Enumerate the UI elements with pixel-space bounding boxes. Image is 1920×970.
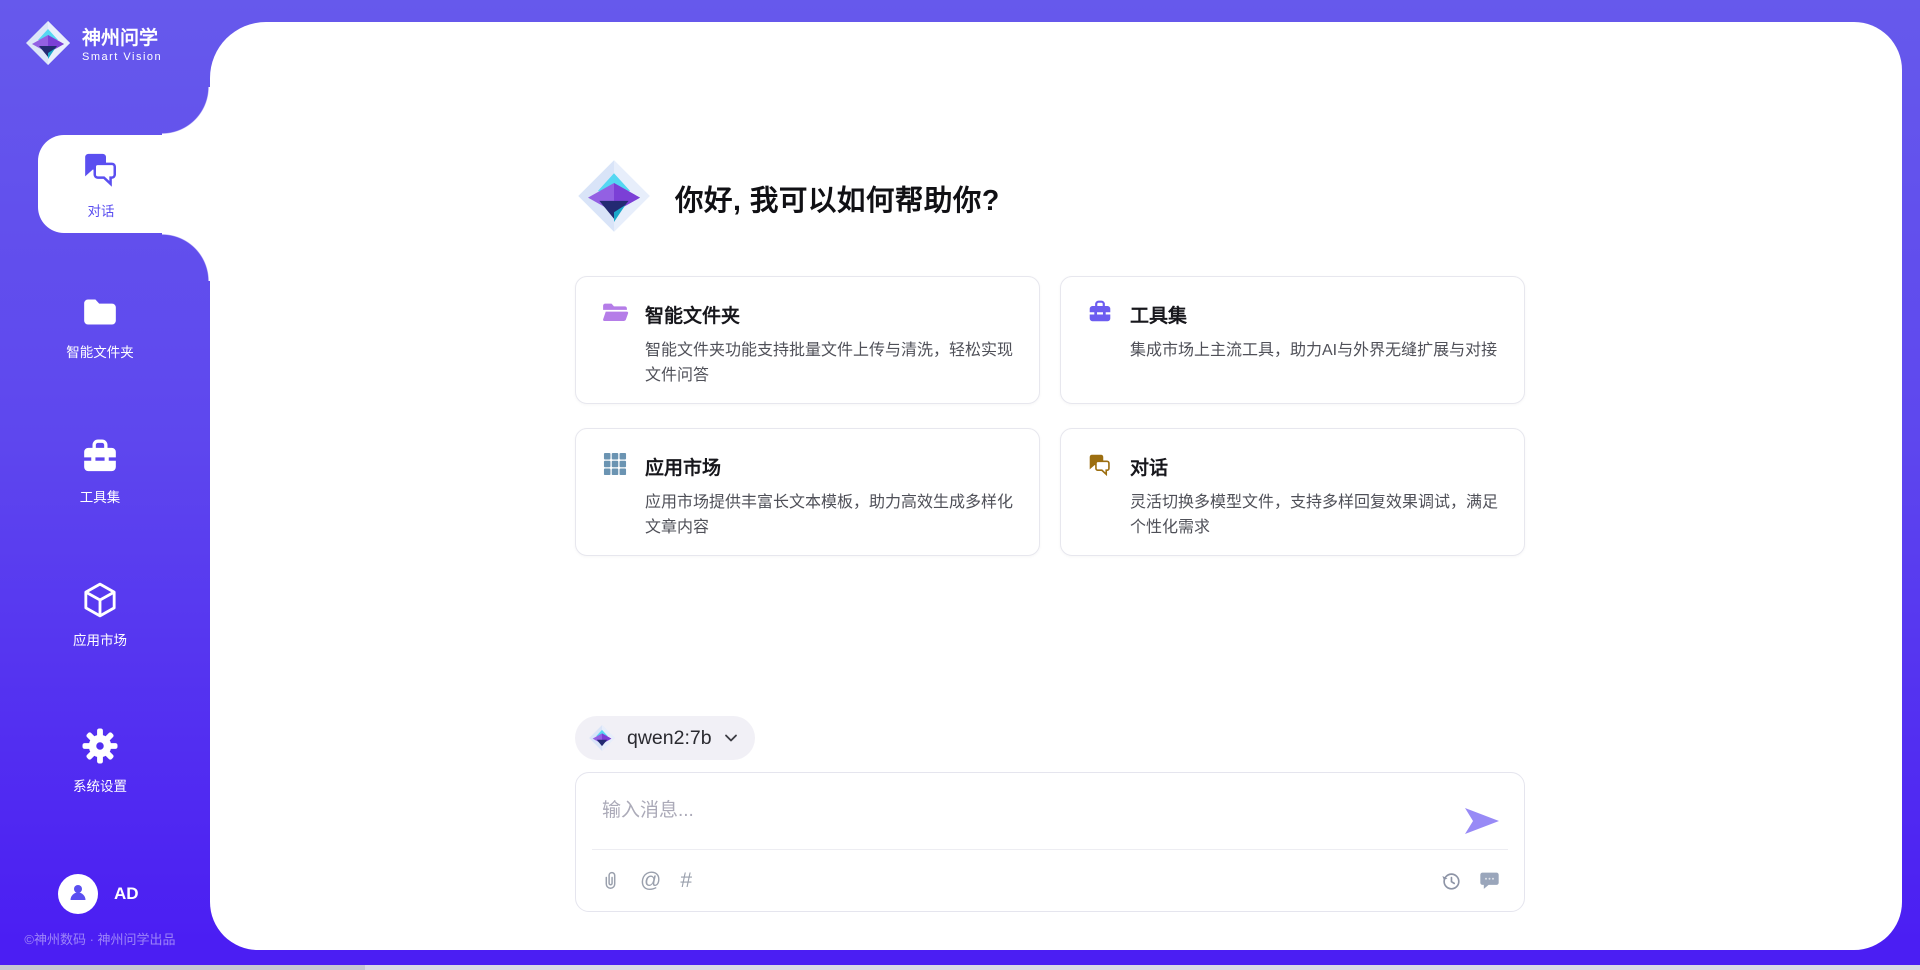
brand-subtitle: Smart Vision (82, 51, 162, 63)
chevron-down-icon (723, 730, 739, 746)
bottom-scrollbar-strip[interactable] (0, 965, 1920, 970)
user-name: AD (114, 884, 139, 904)
app-root: { "brand": {"name": "神州问学", "subtitle": … (0, 0, 1920, 970)
model-selector[interactable]: qwen2:7b (575, 716, 755, 760)
card-toolbox[interactable]: 工具集 集成市场上主流工具，助力AI与外界无缝扩展与对接 (1060, 276, 1525, 404)
message-input[interactable] (600, 793, 1444, 843)
user-profile[interactable]: AD (58, 874, 139, 914)
user-icon (66, 880, 90, 909)
sidebar-footer: ©神州数码 · 神州问学出品 (0, 929, 200, 948)
sidebar-item-label: 智能文件夹 (66, 341, 134, 361)
page-title: 你好, 我可以如何帮助你? (675, 178, 1000, 219)
avatar (58, 874, 98, 914)
sidebar-item-label: 工具集 (80, 486, 121, 506)
hash-icon[interactable]: # (680, 870, 692, 891)
model-name: qwen2:7b (627, 727, 712, 750)
card-title: 对话 (1130, 453, 1168, 480)
brand-name: 神州问学 (82, 28, 162, 50)
folder-open-icon (601, 299, 629, 330)
main-content: 你好, 我可以如何帮助你? 智能文件夹 智能文件夹功能支持批量文件上传与清洗，轻… (575, 160, 1525, 236)
grid-icon (601, 451, 629, 482)
diamond-logo-icon (588, 724, 616, 752)
card-chat[interactable]: 对话 灵活切换多模型文件，支持多样回复效果调试，满足个性化需求 (1060, 428, 1525, 556)
at-icon[interactable]: @ (640, 870, 661, 891)
diamond-logo-icon (575, 157, 653, 240)
card-description: 集成市场上主流工具，助力AI与外界无缝扩展与对接 (1130, 339, 1500, 364)
folder-icon (80, 292, 120, 332)
send-icon (1464, 804, 1500, 838)
sidebar-item-smart-folder[interactable]: 智能文件夹 (0, 292, 200, 361)
card-title: 应用市场 (645, 453, 721, 480)
toolbox-icon (80, 437, 120, 477)
feature-cards: 智能文件夹 智能文件夹功能支持批量文件上传与清洗，轻松实现文件问答 工具集 集成… (575, 276, 1525, 556)
sidebar-item-toolbox[interactable]: 工具集 (0, 437, 200, 506)
card-description: 灵活切换多模型文件，支持多样回复效果调试，满足个性化需求 (1130, 491, 1500, 541)
tab-curve-top (162, 87, 210, 135)
brand-logo: 神州问学 Smart Vision (24, 19, 162, 72)
card-app-market[interactable]: 应用市场 应用市场提供丰富长文本模板，助力高效生成多样化文章内容 (575, 428, 1040, 556)
card-description: 智能文件夹功能支持批量文件上传与清洗，轻松实现文件问答 (645, 339, 1015, 389)
diamond-logo-icon (24, 19, 72, 72)
sidebar-item-chat[interactable]: 对话 (38, 135, 210, 233)
chat-icon (81, 148, 121, 193)
message-icon[interactable] (1479, 870, 1500, 891)
sidebar-item-label: 系统设置 (73, 775, 127, 795)
card-description: 应用市场提供丰富长文本模板，助力高效生成多样化文章内容 (645, 491, 1015, 541)
card-smart-folder[interactable]: 智能文件夹 智能文件夹功能支持批量文件上传与清洗，轻松实现文件问答 (575, 276, 1040, 404)
cube-icon (80, 580, 120, 620)
gear-icon (80, 726, 120, 766)
send-button[interactable] (1464, 804, 1500, 838)
sidebar-item-app-market[interactable]: 应用市场 (0, 580, 200, 649)
paperclip-icon[interactable] (600, 870, 621, 891)
history-icon[interactable] (1440, 870, 1462, 892)
sidebar: 神州问学 Smart Vision 对话 智能文件夹 (0, 0, 210, 970)
sidebar-item-settings[interactable]: 系统设置 (0, 726, 200, 795)
brand-text: 神州问学 Smart Vision (82, 28, 162, 64)
tab-curve-bottom (162, 233, 210, 281)
card-title: 智能文件夹 (645, 301, 740, 328)
chat-bubbles-icon (1086, 451, 1114, 482)
composer-toolbar: @ # (576, 850, 1524, 911)
greeting: 你好, 我可以如何帮助你? (575, 160, 1525, 236)
sidebar-item-label: 对话 (88, 200, 115, 220)
card-title: 工具集 (1130, 301, 1187, 328)
sidebar-item-label: 应用市场 (73, 629, 127, 649)
briefcase-icon (1086, 299, 1114, 330)
message-composer: @ # (575, 772, 1525, 912)
